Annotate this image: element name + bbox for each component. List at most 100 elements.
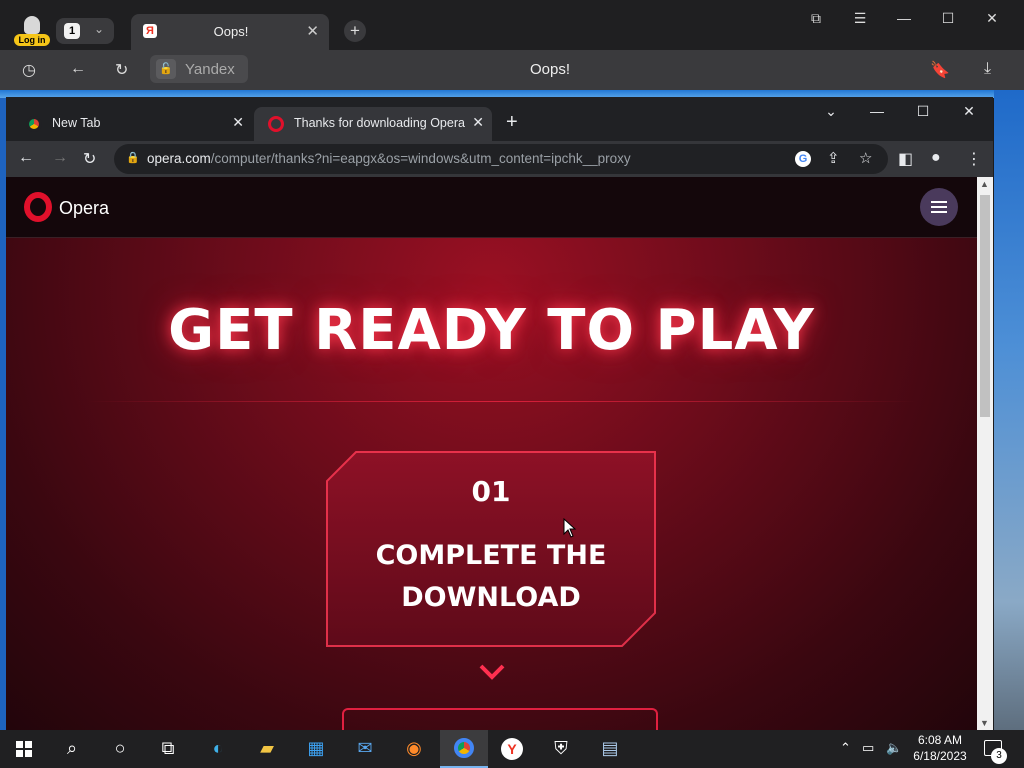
mouse-cursor-icon: [563, 518, 577, 538]
task-view-icon: ⧉: [161, 738, 175, 758]
yandex-tab-bar: Log in 1 ⌄ Я Oops! ✕ + ⧉ ☰ — ☐ ✕: [0, 0, 1024, 50]
side-panel-icon[interactable]: ◧: [898, 149, 913, 169]
windows-taskbar: ⌕ ○ ⧉ ◐ ▰ ▦ ✉ ◉ Y ⛨ ▤ ⌃ ▭ 🔈 6:08 AM 6/18…: [0, 730, 1024, 768]
windows-icon: [16, 741, 32, 757]
scroll-up-icon[interactable]: ▲: [980, 179, 989, 189]
tab-count-button[interactable]: 1 ⌄: [56, 18, 114, 44]
collections-icon[interactable]: ⧉: [804, 10, 828, 27]
tab-title: New Tab: [52, 116, 101, 130]
site-name: Yandex: [185, 61, 235, 78]
tab-thanks-opera[interactable]: Thanks for downloading Opera ✕: [254, 107, 492, 141]
computer-icon: ▤: [601, 738, 619, 758]
taskbar-store[interactable]: ▦: [292, 730, 340, 768]
yandex-icon: Y: [488, 738, 536, 760]
scroll-down-icon[interactable]: ▼: [980, 718, 989, 728]
start-button[interactable]: [0, 730, 48, 768]
omnibox[interactable]: 🔒 opera.com/computer/thanks?ni=eapgx&os=…: [114, 144, 888, 174]
taskbar-chrome[interactable]: [440, 730, 488, 768]
clock-date: 6/18/2023: [913, 749, 967, 763]
user-icon: [24, 16, 40, 34]
google-icon[interactable]: G: [795, 151, 811, 167]
desktop-background-right: [994, 90, 1024, 730]
tab-search-icon[interactable]: ⌄: [819, 103, 843, 120]
back-icon[interactable]: ←: [70, 60, 86, 78]
hero-title: GET READY TO PLAY: [168, 298, 815, 363]
chrome-toolbar: ← → ↻ 🔒 opera.com/computer/thanks?ni=eap…: [6, 141, 993, 177]
close-window-button[interactable]: ✕: [980, 10, 1004, 27]
yandex-login-button[interactable]: Log in: [14, 14, 50, 48]
cortana-icon: ○: [114, 738, 126, 758]
close-icon[interactable]: ✕: [232, 114, 244, 131]
history-icon[interactable]: ◷: [22, 60, 36, 80]
new-tab-button[interactable]: +: [506, 111, 518, 134]
chrome-icon: [26, 116, 42, 132]
menu-icon[interactable]: ☰: [848, 10, 872, 27]
shield-icon: ⛨: [554, 738, 568, 758]
share-icon[interactable]: ⇪: [827, 149, 840, 167]
lock-icon: 🔒: [126, 152, 140, 164]
opera-header: Opera: [6, 177, 977, 238]
back-icon[interactable]: ←: [18, 149, 34, 167]
yandex-new-tab-button[interactable]: +: [344, 20, 366, 42]
chevron-down-icon: ⌄: [94, 22, 105, 36]
more-menu-icon[interactable]: ⋮: [966, 149, 982, 169]
chrome-window: New Tab ✕ Thanks for downloading Opera ✕…: [6, 97, 993, 730]
cortana-button[interactable]: ○: [96, 730, 144, 768]
tab-title: Thanks for downloading Opera: [294, 116, 465, 130]
reload-icon[interactable]: ↻: [115, 60, 128, 80]
opera-icon: [268, 116, 284, 132]
taskbar-network-app[interactable]: ▤: [586, 730, 634, 768]
step-card-border: [326, 451, 656, 647]
reload-icon[interactable]: ↻: [83, 149, 96, 169]
login-label: Log in: [14, 34, 50, 46]
taskbar-yandex[interactable]: Y: [488, 730, 536, 768]
maximize-button[interactable]: ☐: [911, 103, 935, 120]
task-view-button[interactable]: ⧉: [144, 730, 192, 768]
mail-icon: ✉: [357, 738, 373, 758]
show-hidden-icons-button[interactable]: ⌃: [840, 740, 851, 756]
yandex-favicon-icon: Я: [143, 24, 157, 38]
taskbar-firefox[interactable]: ◉: [390, 730, 438, 768]
taskbar-mail[interactable]: ✉: [341, 730, 389, 768]
profile-icon[interactable]: ●: [931, 149, 941, 167]
store-icon: ▦: [307, 738, 325, 758]
hamburger-menu-button[interactable]: [920, 188, 958, 226]
yandex-tab-oops[interactable]: Я Oops! ✕: [131, 14, 329, 50]
forward-icon[interactable]: →: [52, 149, 68, 167]
close-window-button[interactable]: ✕: [957, 103, 981, 120]
yandex-address-bar: ◷ ← ↻ 🔓 Yandex Oops! 🔖 ⤓: [0, 50, 1024, 90]
clock[interactable]: 6:08 AM 6/18/2023: [900, 732, 980, 764]
divider: [86, 401, 916, 402]
clock-time: 6:08 AM: [917, 733, 963, 747]
tab-new-tab[interactable]: New Tab ✕: [12, 107, 252, 141]
star-icon[interactable]: ☆: [859, 149, 872, 167]
next-step-card: [342, 708, 658, 730]
firefox-icon: ◉: [406, 738, 422, 758]
chevron-down-icon[interactable]: [477, 662, 507, 682]
hero-section: GET READY TO PLAY 01 COMPLETE THE DOWNLO…: [6, 238, 977, 730]
network-icon[interactable]: ▭: [862, 740, 874, 756]
taskbar-security[interactable]: ⛨: [537, 730, 585, 768]
close-icon[interactable]: ✕: [306, 22, 319, 40]
lock-icon: 🔓: [156, 59, 176, 79]
notification-count: 3: [991, 748, 1007, 764]
taskbar-edge[interactable]: ◐: [194, 730, 242, 768]
tab-count: 1: [64, 23, 80, 39]
bookmark-icon[interactable]: 🔖: [930, 60, 950, 80]
scrollbar-thumb[interactable]: [980, 195, 990, 417]
minimize-button[interactable]: —: [892, 10, 916, 26]
yandex-tab-title: Oops!: [213, 24, 249, 39]
search-button[interactable]: ⌕: [48, 730, 96, 768]
maximize-button[interactable]: ☐: [936, 10, 960, 27]
minimize-button[interactable]: —: [865, 103, 889, 119]
close-icon[interactable]: ✕: [472, 114, 484, 131]
taskbar-file-explorer[interactable]: ▰: [243, 730, 291, 768]
download-icon[interactable]: ⤓: [984, 60, 991, 78]
url-text[interactable]: opera.com/computer/thanks?ni=eapgx&os=wi…: [147, 151, 631, 166]
scrollbar[interactable]: ▲ ▼: [977, 177, 993, 730]
chrome-icon: [440, 738, 488, 763]
opera-logo-text: Opera: [59, 198, 110, 218]
site-pill[interactable]: 🔓 Yandex: [150, 55, 248, 83]
yandex-page-title: Oops!: [529, 61, 571, 78]
opera-page: Opera GET READY TO PLAY 01 COMPLETE THE …: [6, 177, 977, 730]
